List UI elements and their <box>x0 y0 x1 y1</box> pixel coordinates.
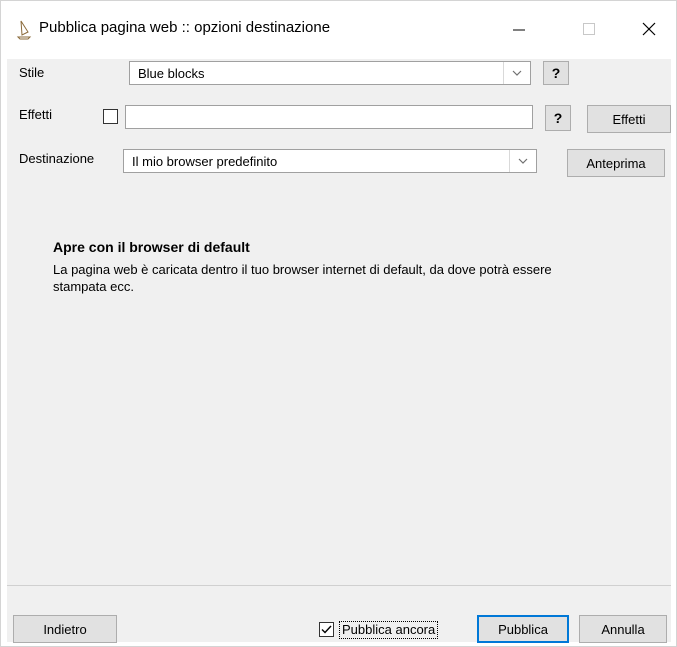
chevron-down-icon <box>518 158 528 164</box>
close-button[interactable] <box>621 1 677 57</box>
style-label: Stile <box>19 65 45 80</box>
maximize-icon <box>583 23 595 35</box>
close-icon <box>642 22 656 36</box>
dialog-window: Pubblica pagina web :: opzioni destinazi… <box>0 0 677 647</box>
title-bar[interactable]: Pubblica pagina web :: opzioni destinazi… <box>1 1 676 59</box>
effects-help-button[interactable]: ? <box>545 105 571 131</box>
style-help-button[interactable]: ? <box>543 61 569 85</box>
dialog-body: Stile Blue blocks ? Effetti ? Effetti De… <box>7 59 671 643</box>
publish-button[interactable]: Pubblica <box>477 615 569 643</box>
publish-again-checkbox[interactable] <box>319 622 334 637</box>
chevron-down-icon <box>512 70 522 76</box>
publish-icon <box>15 19 33 41</box>
info-description: La pagina web è caricata dentro il tuo b… <box>53 262 552 294</box>
effects-input[interactable] <box>125 105 533 129</box>
footer-separator <box>7 585 671 586</box>
checkmark-icon <box>321 625 332 634</box>
minimize-button[interactable] <box>491 1 547 57</box>
publish-again-label[interactable]: Pubblica ancora <box>339 621 439 639</box>
destination-dropdown-button[interactable] <box>509 150 536 172</box>
effects-button[interactable]: Effetti <box>587 105 671 133</box>
destination-combobox[interactable]: Il mio browser predefinito <box>123 149 537 173</box>
destination-label: Destinazione <box>19 151 95 166</box>
destination-value: Il mio browser predefinito <box>132 154 278 169</box>
window-title: Pubblica pagina web :: opzioni destinazi… <box>39 19 331 36</box>
style-dropdown-button[interactable] <box>503 62 530 84</box>
back-button[interactable]: Indietro <box>13 615 117 643</box>
cancel-button[interactable]: Annulla <box>579 615 667 643</box>
minimize-icon <box>513 29 525 31</box>
maximize-button[interactable] <box>561 1 617 57</box>
style-combobox[interactable]: Blue blocks <box>129 61 531 85</box>
style-value: Blue blocks <box>138 66 205 81</box>
preview-button[interactable]: Anteprima <box>567 149 665 177</box>
effects-label: Effetti <box>19 107 53 122</box>
effects-checkbox[interactable] <box>103 109 118 124</box>
info-heading: Apre con il browser di default <box>53 239 250 255</box>
